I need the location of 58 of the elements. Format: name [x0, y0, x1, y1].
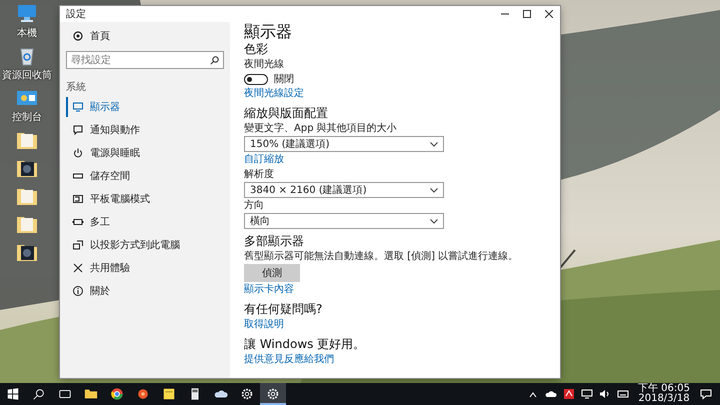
search-icon — [210, 56, 219, 65]
dropdown[interactable]: 3840 × 2160 (建議選項) — [244, 182, 444, 198]
sidebar-item[interactable]: 顯示器 — [66, 97, 224, 117]
sidebar-item[interactable]: 儲存空間 — [66, 166, 224, 186]
desktop-icon-label[interactable]: 本機 — [17, 26, 37, 40]
settings-link[interactable]: 顯示卡內容 — [244, 283, 294, 297]
section-heading: 縮放與版面配置 — [244, 106, 329, 121]
settings-link[interactable]: 夜間光線設定 — [244, 87, 304, 101]
setting-label: 解析度 — [244, 168, 275, 181]
window-title: 設定 — [66, 8, 87, 21]
desktop-icon-label[interactable]: 資源回收筒 — [2, 68, 52, 82]
detect-button[interactable]: 偵測 — [244, 264, 300, 282]
settings-link[interactable]: 取得說明 — [244, 318, 284, 332]
toggle-state: 關閉 — [274, 73, 294, 86]
section-heading: 有任何疑問嗎? — [244, 302, 324, 317]
tablet-icon — [72, 193, 84, 205]
sidebar-item[interactable]: 平板電腦模式 — [66, 189, 224, 209]
setting-label: 舊型顯示器可能無法自動連線。選取 [偵測] 以嘗試進行連線。 — [244, 250, 520, 263]
sidebar-item[interactable]: 共用體驗 — [66, 258, 224, 278]
speech-bubble-icon — [72, 124, 84, 136]
setting-label: 變更文字、App 與其他項目的大小 — [244, 122, 398, 135]
chevron-down-icon — [430, 188, 438, 192]
dropdown[interactable]: 橫向 — [244, 213, 444, 229]
power-icon — [72, 147, 84, 159]
chevron-down-icon — [430, 142, 438, 146]
network-icon[interactable] — [581, 388, 593, 400]
setting-label: 夜間光線 — [244, 58, 285, 71]
sidebar-item[interactable]: 關於 — [66, 281, 224, 301]
projector-icon — [72, 239, 84, 251]
section-heading: 讓 Windows 更好用。 — [244, 337, 366, 352]
settings-link[interactable]: 自訂縮放 — [244, 153, 284, 167]
keyboard-icon[interactable] — [617, 388, 629, 400]
group-heading: 色彩 — [244, 42, 269, 57]
volume-icon[interactable] — [599, 388, 611, 400]
setting-label: 方向 — [244, 199, 265, 212]
sidebar-item[interactable]: 多工 — [66, 212, 224, 232]
section-heading: 多部顯示器 — [244, 234, 305, 249]
sidebar-item[interactable]: 以投影方式到此電腦 — [66, 235, 224, 255]
home-nav-item[interactable]: 首頁 — [66, 26, 224, 46]
sidebar-item[interactable]: 通知與動作 — [66, 120, 224, 140]
maximize-icon — [523, 10, 531, 18]
settings-taskbar-icon[interactable] — [260, 383, 286, 405]
info-icon — [72, 285, 84, 297]
cross-icon — [72, 262, 84, 274]
desktop-icon-label[interactable]: 控制台 — [12, 110, 42, 124]
notification-icon[interactable] — [700, 388, 712, 400]
clock[interactable]: 下午 06:05 2018/3/18 — [632, 384, 696, 404]
monitor-icon — [72, 101, 84, 113]
toggle-switch[interactable] — [244, 74, 268, 84]
chevron-down-icon — [430, 218, 438, 224]
search-field[interactable]: 尋找設定 — [66, 51, 224, 69]
page-title: 顯示器 — [244, 22, 293, 41]
settings-link[interactable]: 提供意見反應給我們 — [244, 353, 334, 367]
cloud-tray-icon[interactable] — [545, 388, 557, 400]
dropdown[interactable]: 150% (建議選項) — [244, 136, 444, 152]
close-icon — [545, 10, 553, 18]
sidebar-item[interactable]: 電源與睡眠 — [66, 143, 224, 163]
section-label: 系統 — [66, 80, 87, 94]
